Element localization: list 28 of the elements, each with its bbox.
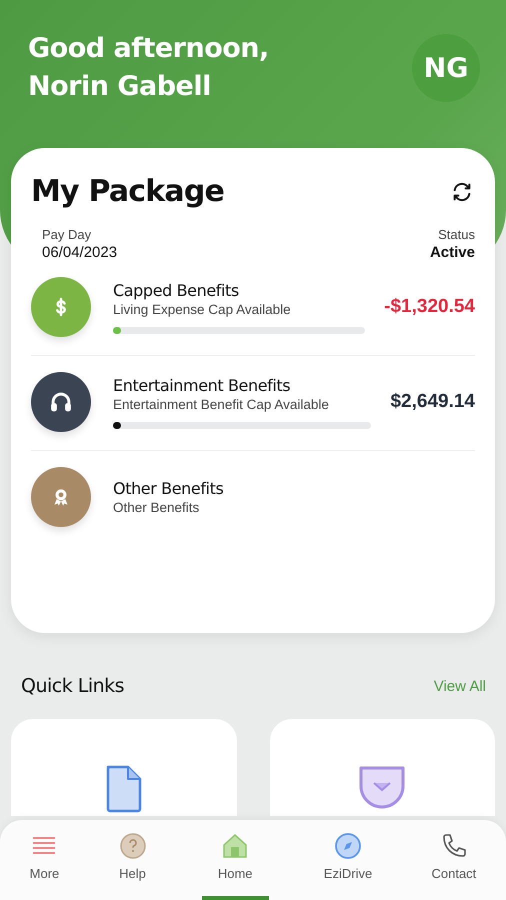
- benefit-title: Other Benefits: [113, 479, 224, 498]
- benefit-subtitle: Other Benefits: [113, 500, 200, 515]
- home-icon: [221, 832, 250, 860]
- compass-icon: [334, 832, 362, 860]
- nav-tab[interactable]: Home: [202, 820, 269, 900]
- benefit-subtitle: Living Expense Cap Available: [113, 302, 292, 316]
- benefit-title: Capped Benefits: [113, 280, 240, 300]
- nav-tab[interactable]: Contact: [427, 820, 480, 900]
- status-label: Status: [437, 227, 475, 242]
- greeting-text: Good afternoon,: [28, 32, 269, 66]
- benefit-amount: $2,649.14: [390, 391, 475, 413]
- section-title: Quick Links: [21, 675, 124, 697]
- nav-tab[interactable]: EziDrive: [320, 820, 376, 900]
- package-title: My Package: [31, 174, 224, 209]
- nav-tab[interactable]: Help: [114, 820, 151, 900]
- refresh-icon[interactable]: [451, 180, 473, 202]
- quick-link-card[interactable]: [270, 719, 495, 816]
- status-value: Active: [430, 244, 475, 261]
- user-name: Norin Gabell: [28, 70, 212, 104]
- benefit-title: Entertainment Benefits: [113, 376, 292, 394]
- nav-tab[interactable]: More: [26, 820, 64, 900]
- help-icon: [118, 832, 147, 860]
- pay-day-value: 06/04/2023: [42, 244, 118, 261]
- benefit-subtitle: Entertainment Benefit Cap Available: [113, 396, 330, 412]
- pocket-icon: [357, 765, 408, 811]
- quick-link-card[interactable]: [11, 719, 236, 816]
- pay-day-label: Pay Day: [42, 227, 92, 242]
- benefit-amount: -$1,320.54: [384, 296, 475, 318]
